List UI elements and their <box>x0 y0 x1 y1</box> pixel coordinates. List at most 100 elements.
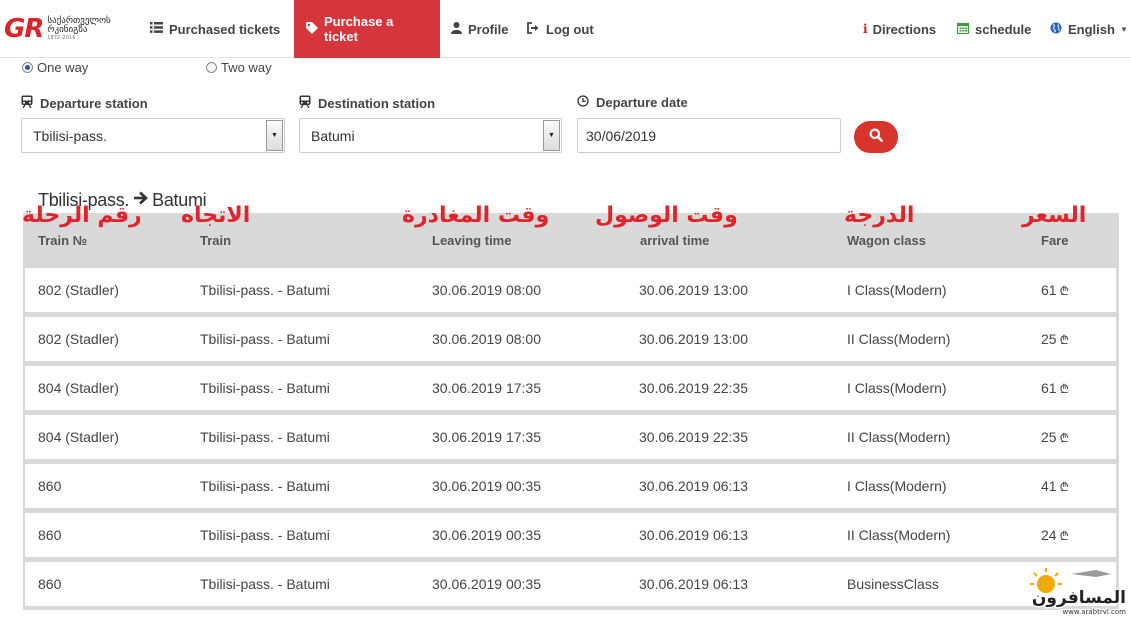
date-label-text: Departure date <box>596 95 688 110</box>
cell-wagon-class: II Class(Modern) <box>847 429 951 445</box>
header-wagon-class: Wagon class <box>847 233 926 248</box>
search-icon <box>869 128 883 147</box>
cell-train-number: 860 <box>38 576 62 592</box>
fare-value: 61 <box>1041 380 1057 396</box>
nav-purchase-ticket[interactable]: Purchase a ticket <box>294 0 440 58</box>
cell-train-number: 860 <box>38 478 62 494</box>
table-row[interactable]: 860 Tbilisi-pass. - Batumi 30.06.2019 00… <box>25 464 1116 508</box>
nav-purchase-label: Purchase a ticket <box>324 14 394 44</box>
cell-train: Tbilisi-pass. - Batumi <box>200 429 330 445</box>
top-navbar: GR საქართველოს რკინიგზა 1872-2016 Purcha… <box>0 0 1131 58</box>
cell-leaving-time: 30.06.2019 00:35 <box>432 478 541 494</box>
cell-arrival-time: 30.06.2019 06:13 <box>639 576 748 592</box>
nav-purchased-tickets[interactable]: Purchased tickets <box>150 0 280 58</box>
fare-value: 41 <box>1041 478 1057 494</box>
cell-train: Tbilisi-pass. - Batumi <box>200 576 330 592</box>
cell-fare: 25 ₾ <box>1041 429 1069 446</box>
cell-arrival-time: 30.06.2019 13:00 <box>639 282 748 298</box>
table-row[interactable]: 860 Tbilisi-pass. - Batumi 30.06.2019 00… <box>25 513 1116 557</box>
radio-unselected-indicator[interactable] <box>206 62 217 73</box>
fare-value: 24 <box>1041 527 1057 543</box>
cell-arrival-time: 30.06.2019 22:35 <box>639 429 748 445</box>
two-way-label: Two way <box>221 60 272 75</box>
logo-text: საქართველოს რკინიგზა 1872-2016 <box>47 16 110 41</box>
annotation-direction: الاتجاه <box>181 203 251 228</box>
cell-arrival-time: 30.06.2019 22:35 <box>639 380 748 396</box>
dropdown-arrow-icon[interactable]: ▼ <box>543 120 560 151</box>
clock-icon <box>577 95 589 110</box>
cell-train-number: 802 (Stadler) <box>38 282 119 298</box>
site-watermark: المسافرون www.arabtrvl.com <box>1016 560 1129 617</box>
header-train: Train <box>200 233 232 248</box>
cell-leaving-time: 30.06.2019 00:35 <box>432 576 541 592</box>
cell-fare: 61 ₾ <box>1041 380 1069 397</box>
cell-fare: 41 ₾ <box>1041 478 1069 495</box>
nav-purchased-label: Purchased tickets <box>169 21 281 37</box>
departure-station-label: Departure station <box>21 95 148 111</box>
radio-selected-indicator[interactable] <box>22 62 33 73</box>
lari-currency-icon: ₾ <box>1059 431 1069 445</box>
train-icon <box>299 95 311 111</box>
cell-wagon-class: BusinessClass <box>847 576 939 592</box>
departure-station-select[interactable]: Tbilisi-pass. ▼ <box>21 118 285 153</box>
watermark-url: www.arabtrvl.com <box>1062 608 1126 616</box>
annotation-fare: السعر <box>1022 203 1087 228</box>
user-icon <box>451 21 462 37</box>
nav-directions[interactable]: i Directions <box>863 0 936 58</box>
fare-value: 25 <box>1041 331 1057 347</box>
fare-value: 61 <box>1041 282 1057 298</box>
trains-table: Train № Train Leaving time arrival time … <box>23 213 1119 610</box>
cell-fare: 24 ₾ <box>1041 527 1069 544</box>
annotation-arrival-time: وقت الوصول <box>595 203 738 228</box>
two-way-radio[interactable]: Two way <box>206 60 272 75</box>
table-row[interactable]: 860 Tbilisi-pass. - Batumi 30.06.2019 00… <box>25 562 1116 606</box>
header-train-number: Train № <box>38 233 88 248</box>
cell-fare: 25 ₾ <box>1041 331 1069 348</box>
cell-leaving-time: 30.06.2019 17:35 <box>432 380 541 396</box>
nav-profile-label: Profile <box>468 21 509 37</box>
dropdown-arrow-icon[interactable]: ▼ <box>266 120 283 151</box>
calendar-icon <box>956 22 970 37</box>
cell-wagon-class: I Class(Modern) <box>847 282 947 298</box>
globe-icon <box>1050 22 1062 37</box>
search-button[interactable] <box>854 121 898 153</box>
nav-profile[interactable]: Profile <box>451 0 508 58</box>
nav-schedule[interactable]: schedule <box>956 0 1031 58</box>
nav-directions-label: Directions <box>872 21 937 37</box>
annotation-departure-time: وقت المغادرة <box>402 203 550 228</box>
cell-leaving-time: 30.06.2019 00:35 <box>432 527 541 543</box>
cell-arrival-time: 30.06.2019 06:13 <box>639 478 748 494</box>
logo-mark: GR <box>4 14 44 44</box>
departure-label-text: Departure station <box>40 95 148 111</box>
departure-date-label: Departure date <box>577 95 688 110</box>
nav-logout-label: Log out <box>546 21 594 37</box>
annotation-class: الدرجة <box>844 203 915 228</box>
lari-currency-icon: ₾ <box>1059 529 1069 543</box>
cell-arrival-time: 30.06.2019 06:13 <box>639 527 748 543</box>
table-row[interactable]: 804 (Stadler) Tbilisi-pass. - Batumi 30.… <box>25 366 1116 410</box>
cell-train: Tbilisi-pass. - Batumi <box>200 478 330 494</box>
cell-leaving-time: 30.06.2019 08:00 <box>432 282 541 298</box>
nav-logout[interactable]: Log out <box>527 0 594 58</box>
destination-station-value: Batumi <box>311 127 355 144</box>
table-row[interactable]: 802 (Stadler) Tbilisi-pass. - Batumi 30.… <box>25 317 1116 361</box>
info-icon: i <box>863 22 868 36</box>
chevron-down-icon: ▼ <box>1119 24 1128 34</box>
header-arrival-time: arrival time <box>640 233 710 248</box>
georgian-railway-logo[interactable]: GR საქართველოს რკინიგზა 1872-2016 <box>4 12 120 46</box>
cell-wagon-class: I Class(Modern) <box>847 380 947 396</box>
table-row[interactable]: 804 (Stadler) Tbilisi-pass. - Batumi 30.… <box>25 415 1116 459</box>
one-way-radio[interactable]: One way <box>22 60 88 75</box>
cell-wagon-class: II Class(Modern) <box>847 331 951 347</box>
fare-value: 25 <box>1041 429 1057 445</box>
cell-train-number: 804 (Stadler) <box>38 429 119 445</box>
destination-station-select[interactable]: Batumi ▼ <box>299 118 562 153</box>
departure-date-input[interactable]: 30/06/2019 <box>577 118 841 153</box>
cell-wagon-class: II Class(Modern) <box>847 527 951 543</box>
cell-leaving-time: 30.06.2019 17:35 <box>432 429 541 445</box>
language-label: English <box>1068 21 1115 37</box>
cell-train-number: 860 <box>38 527 62 543</box>
language-selector[interactable]: English ▼ <box>1050 0 1128 58</box>
table-row[interactable]: 802 (Stadler) Tbilisi-pass. - Batumi 30.… <box>25 268 1116 312</box>
annotation-train-number: رقم الرحلة <box>22 203 142 228</box>
